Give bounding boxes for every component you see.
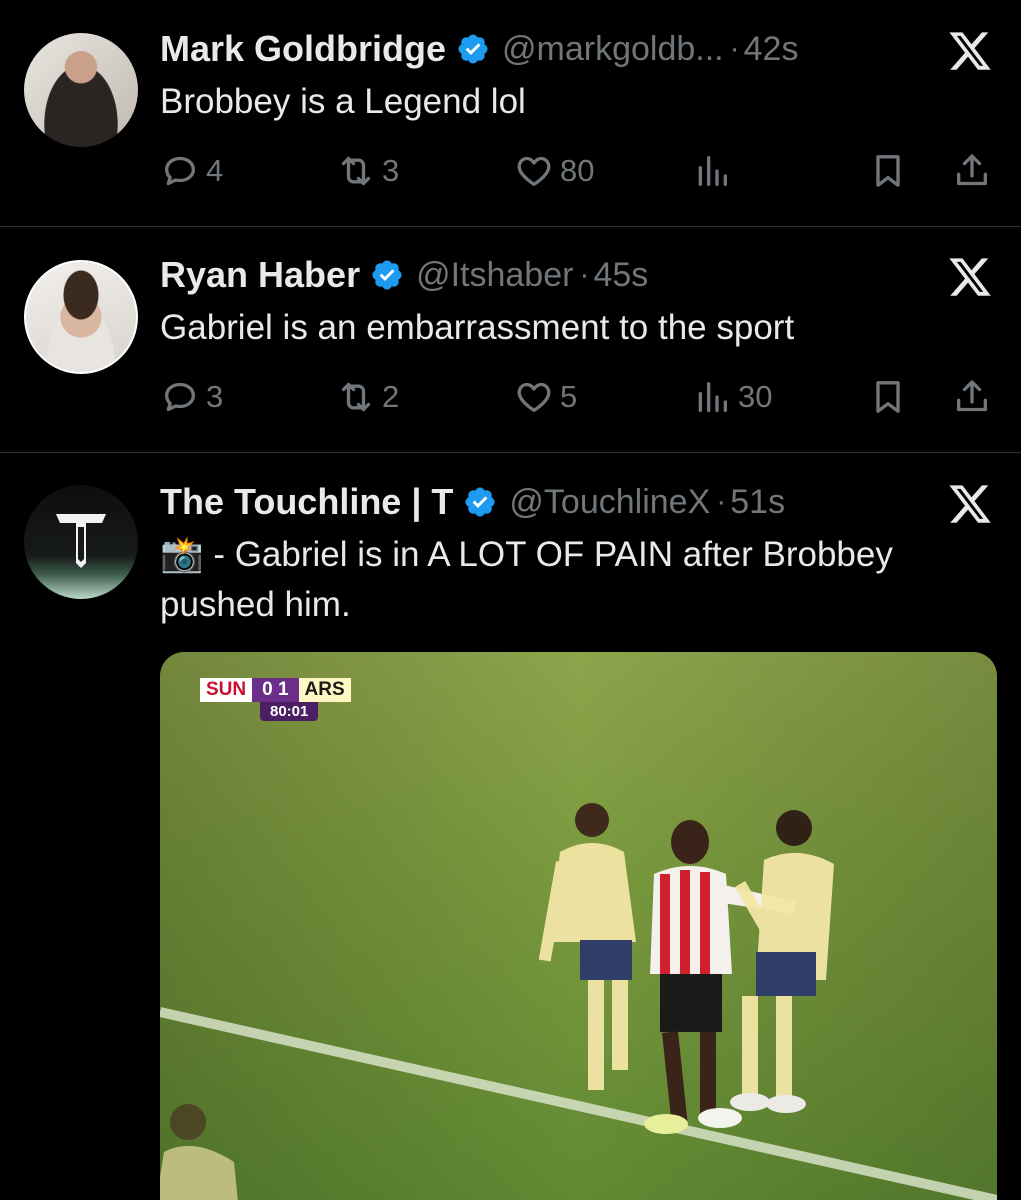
- scoreboard: SUN 0 1 ARS: [200, 678, 351, 702]
- verified-badge-icon: [456, 32, 490, 66]
- separator-dot: ·: [716, 485, 727, 518]
- views-icon: [692, 151, 732, 191]
- separator-dot: ·: [729, 32, 740, 65]
- share-icon: [952, 377, 992, 417]
- tweet-text: Gabriel is an embarrassment to the sport: [160, 308, 795, 347]
- share-button[interactable]: [952, 149, 992, 193]
- views-icon: [692, 377, 732, 417]
- reply-count: 4: [206, 153, 224, 188]
- views-button[interactable]: [692, 149, 738, 193]
- touchline-logo-icon: [56, 514, 106, 568]
- x-logo-icon[interactable]: [947, 254, 993, 300]
- timestamp[interactable]: 51s: [730, 483, 785, 522]
- share-button[interactable]: [952, 375, 992, 419]
- reply-icon: [160, 377, 200, 417]
- bookmark-icon: [868, 151, 908, 191]
- verified-badge-icon: [370, 258, 404, 292]
- reply-button[interactable]: 3: [160, 375, 223, 419]
- avatar[interactable]: [24, 485, 138, 599]
- retweet-icon: [336, 377, 376, 417]
- tweet-text: Brobbey is a Legend lol: [160, 82, 526, 121]
- bookmark-icon: [868, 377, 908, 417]
- like-button[interactable]: 5: [514, 375, 577, 419]
- avatar[interactable]: [24, 33, 138, 147]
- reply-icon: [160, 151, 200, 191]
- views-button[interactable]: 30: [692, 375, 772, 419]
- share-icon: [952, 151, 992, 191]
- author-handle[interactable]: @markgoldb...: [502, 30, 724, 69]
- reply-button[interactable]: 4: [160, 149, 223, 193]
- author-name[interactable]: Mark Goldbridge: [160, 28, 446, 70]
- bookmark-button[interactable]: [868, 375, 908, 419]
- tweet-text: 📸 - Gabriel is in A LOT OF PAIN after Br…: [160, 530, 1000, 630]
- like-icon: [514, 377, 554, 417]
- tweet-media-image[interactable]: SUN 0 1 ARS 80:01: [160, 652, 997, 1200]
- separator-dot: ·: [579, 258, 590, 291]
- x-logo-icon[interactable]: [947, 481, 993, 527]
- retweet-button[interactable]: 3: [336, 149, 399, 193]
- author-handle[interactable]: @Itshaber: [416, 256, 573, 295]
- camera-flash-emoji: 📸: [160, 535, 204, 574]
- retweet-count: 3: [382, 153, 400, 188]
- home-team: SUN: [200, 678, 253, 702]
- like-icon: [514, 151, 554, 191]
- timestamp[interactable]: 42s: [744, 30, 799, 69]
- match-clock: 80:01: [260, 702, 319, 721]
- tweet-1[interactable]: Mark Goldbridge @markgoldb... · 42s Brob…: [0, 0, 1021, 226]
- author-name[interactable]: Ryan Haber: [160, 254, 360, 296]
- avatar[interactable]: [24, 260, 138, 374]
- tweet-text-body: - Gabriel is in A LOT OF PAIN after Brob…: [160, 535, 893, 624]
- author-name[interactable]: The Touchline | T: [160, 481, 453, 523]
- pitch-scene: [160, 652, 997, 1200]
- like-count: 80: [560, 153, 595, 188]
- verified-badge-icon: [463, 485, 497, 519]
- retweet-button[interactable]: 2: [336, 375, 399, 419]
- author-handle[interactable]: @TouchlineX: [509, 483, 710, 522]
- like-button[interactable]: 80: [514, 149, 594, 193]
- reply-count: 3: [206, 379, 224, 414]
- bookmark-button[interactable]: [868, 149, 908, 193]
- retweet-count: 2: [382, 379, 400, 414]
- retweet-icon: [336, 151, 376, 191]
- x-logo-icon[interactable]: [947, 28, 993, 74]
- tweet-2[interactable]: Ryan Haber @Itshaber · 45s Gabriel is an…: [0, 227, 1021, 452]
- timestamp[interactable]: 45s: [593, 256, 648, 295]
- like-count: 5: [560, 379, 578, 414]
- away-team: ARS: [298, 678, 351, 702]
- score: 0 1: [252, 678, 299, 702]
- views-count: 30: [738, 379, 773, 414]
